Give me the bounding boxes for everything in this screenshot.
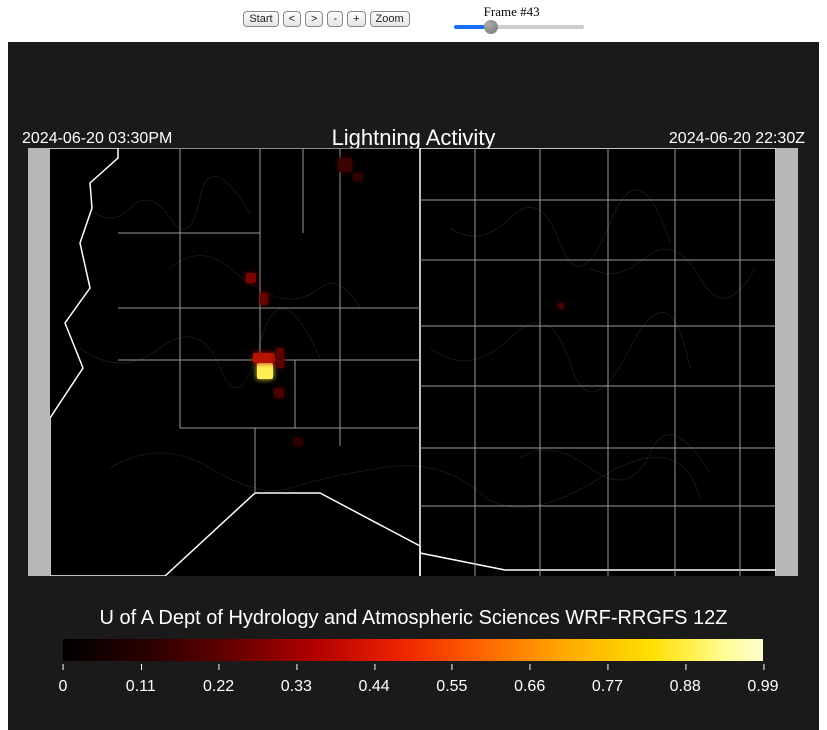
colorbar-tick: 0.77 xyxy=(592,678,623,696)
lightning-spot xyxy=(274,388,284,398)
colorbar-tick: 0.44 xyxy=(359,678,390,696)
slider-thumb[interactable] xyxy=(484,20,498,34)
lightning-spot xyxy=(253,353,275,363)
lightning-spot xyxy=(276,348,284,368)
lightning-spot xyxy=(353,173,363,181)
colorbar-tick: 0.99 xyxy=(747,678,778,696)
speed-down-button[interactable]: - xyxy=(327,11,343,27)
colorbar xyxy=(63,639,763,661)
frame-label: Frame #43 xyxy=(484,4,540,20)
prev-frame-button[interactable]: < xyxy=(283,11,301,27)
county-borders-az xyxy=(118,148,420,493)
map-area xyxy=(28,148,798,576)
state-borders xyxy=(50,148,776,576)
lightning-spot xyxy=(338,158,352,172)
lightning-spot xyxy=(260,293,268,305)
county-borders-nm xyxy=(420,148,776,576)
colorbar-tick: 0.88 xyxy=(670,678,701,696)
map-edge-left xyxy=(28,148,50,576)
timestamp-local: 2024-06-20 03:30PM xyxy=(22,130,172,148)
speed-up-button[interactable]: + xyxy=(347,11,365,27)
next-frame-button[interactable]: > xyxy=(305,11,323,27)
map-edge-right xyxy=(776,148,798,576)
colorbar-tick: 0.33 xyxy=(281,678,312,696)
colorbar-tick: 0 xyxy=(59,678,68,696)
credit-line: U of A Dept of Hydrology and Atmospheric… xyxy=(8,607,819,630)
lightning-spot xyxy=(558,303,564,309)
colorbar-ticks: 00.110.220.330.440.550.660.770.880.99 xyxy=(63,664,763,704)
start-button[interactable]: Start xyxy=(243,11,278,27)
topo-contours xyxy=(80,176,755,507)
animation-toolbar: Start < > - + Zoom Frame #43 xyxy=(0,0,827,42)
colorbar-tick: 0.55 xyxy=(436,678,467,696)
timestamp-utc: 2024-06-20 22:30Z xyxy=(669,130,805,148)
frame-slider[interactable] xyxy=(454,20,584,34)
colorbar-tick: 0.66 xyxy=(514,678,545,696)
colorbar-tick: 0.22 xyxy=(203,678,234,696)
visualization-panel: Lightning Activity 2024-06-20 03:30PM 20… xyxy=(8,42,819,730)
lightning-spot xyxy=(246,273,256,283)
lightning-spot xyxy=(293,438,303,446)
zoom-button[interactable]: Zoom xyxy=(370,11,410,27)
map-svg xyxy=(50,148,776,576)
frame-indicator: Frame #43 xyxy=(454,4,584,34)
colorbar-tick: 0.11 xyxy=(126,678,156,696)
lightning-spot xyxy=(257,363,273,379)
